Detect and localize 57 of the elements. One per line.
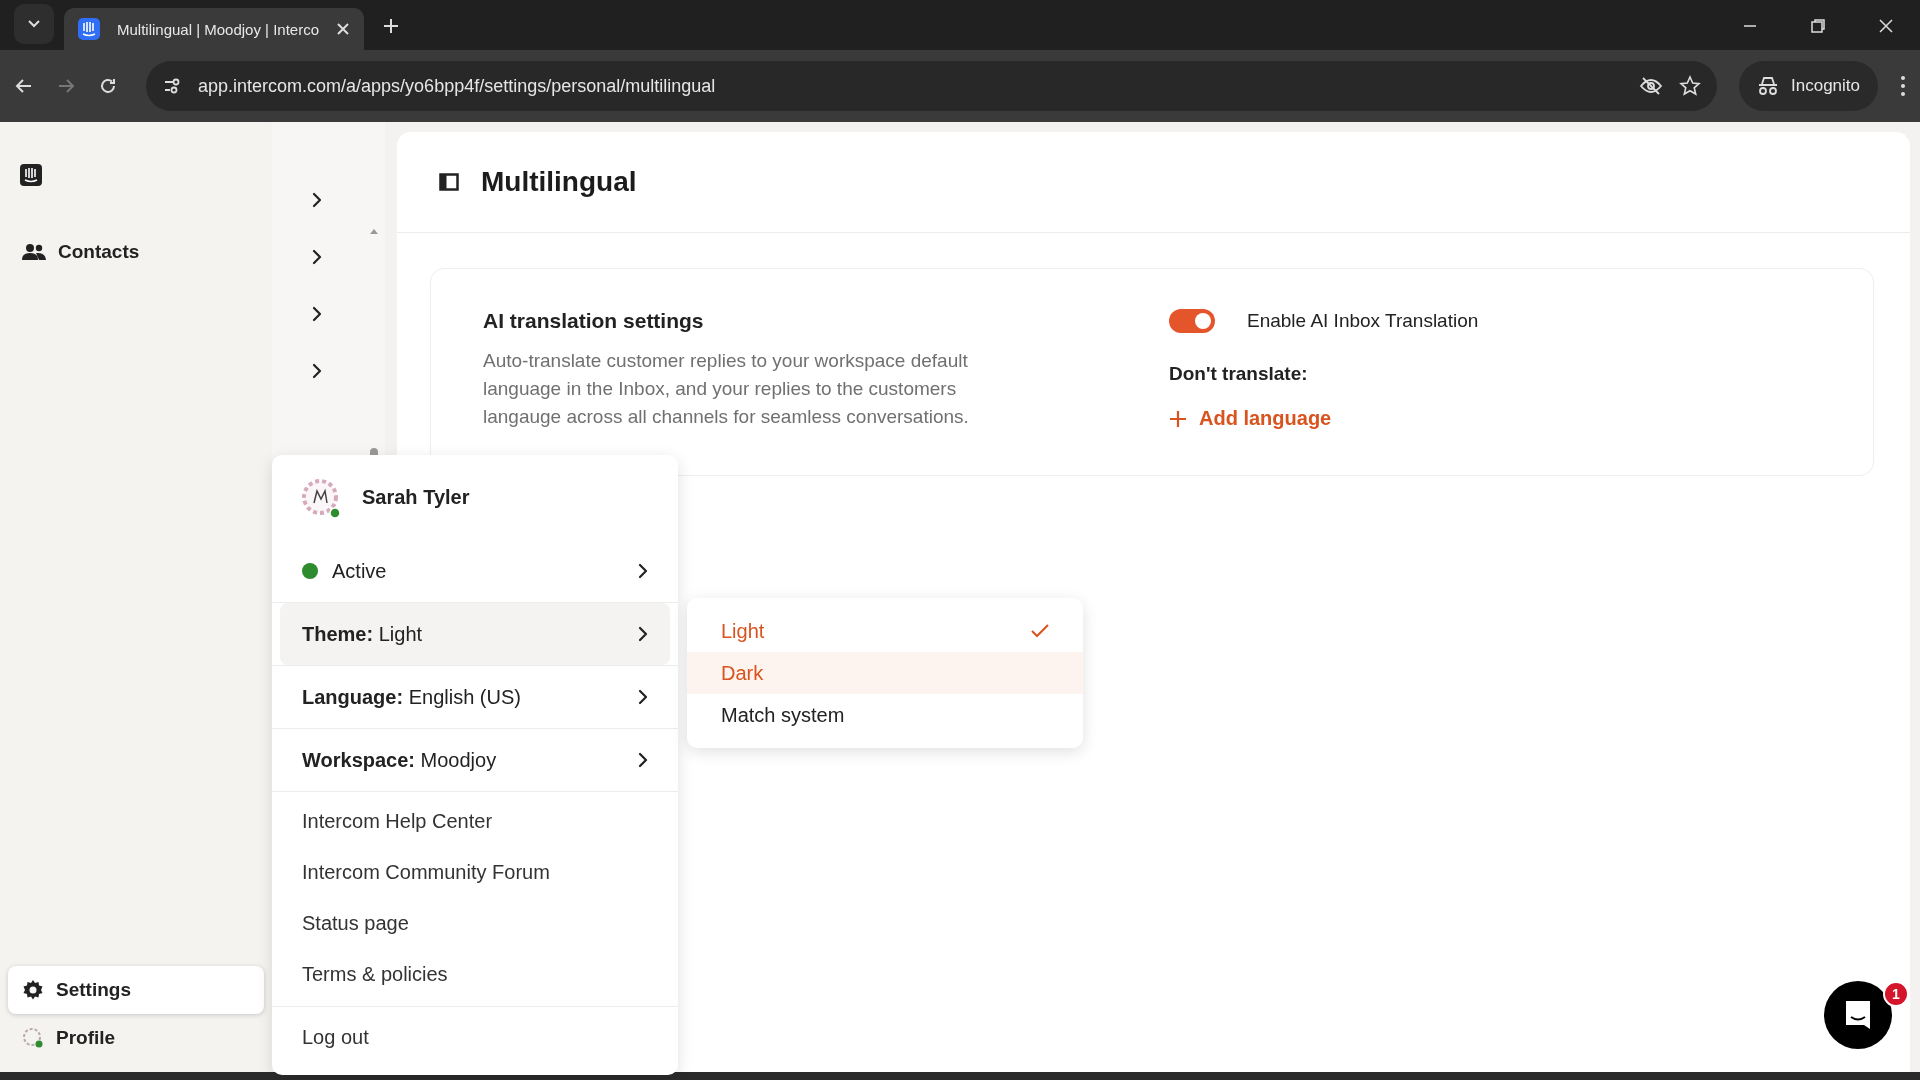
logout-item[interactable]: Log out <box>280 1007 670 1067</box>
avatar-icon <box>300 476 342 519</box>
section-label: Don't translate: <box>1169 363 1309 385</box>
incognito-button[interactable]: Incognito <box>1739 61 1878 111</box>
sidebar-item[interactable]: Contacts <box>8 228 264 276</box>
url-text: app.intercom.com/a/apps/yo6bpp4f/settings/personal/multilingual <box>198 75 717 97</box>
chevron-right-icon <box>638 626 648 642</box>
status-item[interactable]: Active <box>280 540 670 602</box>
browser-tab[interactable]: Multilingual | Moodjoy | Interco <box>64 8 364 50</box>
chevron-right-icon <box>312 363 322 379</box>
menu-link[interactable]: Intercom Help Center <box>280 796 670 847</box>
theme-option[interactable]: Light <box>687 610 1083 652</box>
plus-icon <box>382 17 400 35</box>
chevron-right-icon <box>638 563 648 579</box>
toggle-switch[interactable] <box>1169 309 1215 333</box>
intercom-logo-icon[interactable] <box>20 164 42 186</box>
menu-item[interactable]: Workspace: Moodjoy <box>280 729 670 791</box>
toggle-label: Enable AI Inbox Translation <box>1247 310 1479 332</box>
gear-icon <box>22 979 44 1001</box>
chevron-right-icon <box>638 689 648 705</box>
sidebar-item[interactable]: Settings <box>8 966 264 1014</box>
menu-link[interactable]: Intercom Community Forum <box>280 847 670 898</box>
close-icon[interactable] <box>336 22 350 36</box>
plus-icon <box>1169 409 1187 428</box>
close-icon[interactable] <box>1878 18 1894 34</box>
site-settings-icon[interactable] <box>162 76 182 96</box>
card-description: Auto-translate customer replies to your workspace default language in the Inbox, and your replies to the customers langauge across all channels for seamless conversations. <box>483 349 970 429</box>
chevron-right-icon <box>312 192 322 208</box>
theme-option[interactable]: Match system <box>687 694 1083 736</box>
theme-option[interactable]: Dark <box>687 652 1083 694</box>
chevron-right-icon <box>638 752 648 768</box>
menu-item[interactable]: Theme: Light <box>280 603 670 665</box>
star-icon[interactable] <box>1679 75 1701 97</box>
tab-title: Multilingual | Moodjoy | Interco <box>115 20 321 38</box>
user-name: Sarah Tyler <box>362 486 470 509</box>
avatar-icon <box>22 1027 44 1049</box>
chevron-right-icon <box>312 306 322 322</box>
menu-icon[interactable] <box>1900 75 1906 97</box>
sidebar-item[interactable]: Profile <box>8 1014 264 1062</box>
menu-link[interactable]: Terms & policies <box>280 949 670 1000</box>
card-title: AI translation settings <box>483 309 705 333</box>
menu-item[interactable]: Language: English (US) <box>280 666 670 728</box>
restore-icon[interactable] <box>1810 18 1826 34</box>
app-logo-icon <box>78 18 100 40</box>
add-language-button[interactable]: Add language <box>1169 407 1332 430</box>
eye-slash-icon[interactable] <box>1639 76 1663 96</box>
sidebar-toggle-icon[interactable] <box>439 173 459 191</box>
chevron-right-icon <box>312 249 322 265</box>
reload-icon[interactable] <box>98 76 118 96</box>
address-bar[interactable]: app.intercom.com/a/apps/yo6bpp4f/settings/personal/multilingual <box>146 61 1717 111</box>
page-title: Multilingual <box>481 166 637 198</box>
incognito-icon <box>1757 76 1779 96</box>
check-icon <box>1031 624 1049 638</box>
menu-link[interactable]: Status page <box>280 898 670 949</box>
people-icon <box>22 243 46 261</box>
chat-bubble-icon <box>1843 999 1873 1031</box>
caret-icon <box>27 19 41 29</box>
